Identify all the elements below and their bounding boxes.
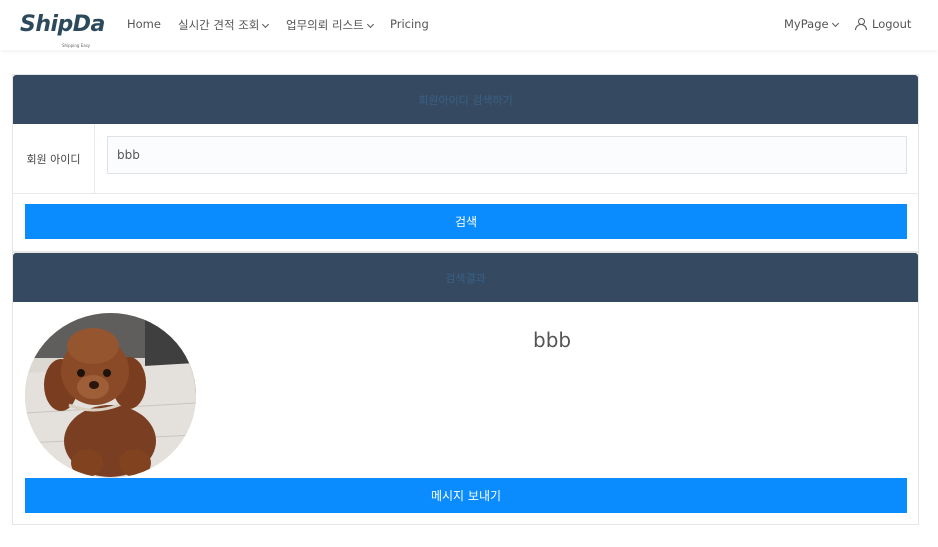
nav-home[interactable]: Home bbox=[127, 17, 161, 31]
profile-avatar bbox=[25, 313, 196, 478]
nav-home-label: Home bbox=[127, 17, 161, 31]
logo-text: ShipDa bbox=[20, 12, 105, 37]
search-button[interactable]: 검색 bbox=[25, 204, 907, 239]
chevron-down-icon bbox=[366, 20, 374, 29]
member-search-panel: 회원아이디 검색하기 회원 아이디 검색 bbox=[12, 74, 919, 252]
result-panel-title: 검색결과 bbox=[445, 271, 486, 285]
shipda-logo[interactable]: ShipDa Shipping Easy bbox=[20, 12, 105, 52]
member-id-label: 회원 아이디 bbox=[26, 152, 81, 166]
profile-username: bbb bbox=[533, 328, 572, 352]
top-navbar: ShipDa Shipping Easy Home 실시간 견적 조회 업무의뢰… bbox=[0, 0, 938, 50]
member-id-row: 회원 아이디 bbox=[13, 124, 918, 194]
nav-logout-label: Logout bbox=[872, 17, 912, 31]
member-id-input[interactable] bbox=[107, 136, 907, 174]
chevron-down-icon bbox=[831, 19, 839, 28]
nav-realtime-quote-label: 실시간 견적 조회 bbox=[178, 18, 260, 32]
nav-logout[interactable]: Logout bbox=[855, 17, 911, 31]
nav-pricing[interactable]: Pricing bbox=[390, 17, 429, 31]
nav-pricing-label: Pricing bbox=[390, 17, 429, 31]
nav-mypage-label: MyPage bbox=[784, 17, 829, 31]
chevron-down-icon bbox=[262, 20, 270, 29]
logo-tagline: Shipping Easy bbox=[62, 43, 91, 48]
send-message-button[interactable]: 메시지 보내기 bbox=[25, 478, 907, 513]
nav-work-request-list[interactable]: 업무의뢰 리스트 bbox=[286, 17, 374, 33]
result-panel-header: 검색결과 bbox=[13, 253, 918, 302]
member-id-label-cell: 회원 아이디 bbox=[13, 124, 95, 193]
nav-mypage[interactable]: MyPage bbox=[784, 17, 839, 31]
nav-work-request-list-label: 업무의뢰 리스트 bbox=[286, 18, 364, 32]
dog-photo bbox=[25, 313, 196, 478]
nav-realtime-quote[interactable]: 실시간 견적 조회 bbox=[178, 17, 270, 33]
search-result-panel: 검색결과 bbb 메시지 보내기 bbox=[12, 252, 919, 525]
search-panel-title: 회원아이디 검색하기 bbox=[418, 93, 513, 107]
user-icon bbox=[855, 18, 867, 30]
search-panel-header: 회원아이디 검색하기 bbox=[13, 75, 918, 124]
